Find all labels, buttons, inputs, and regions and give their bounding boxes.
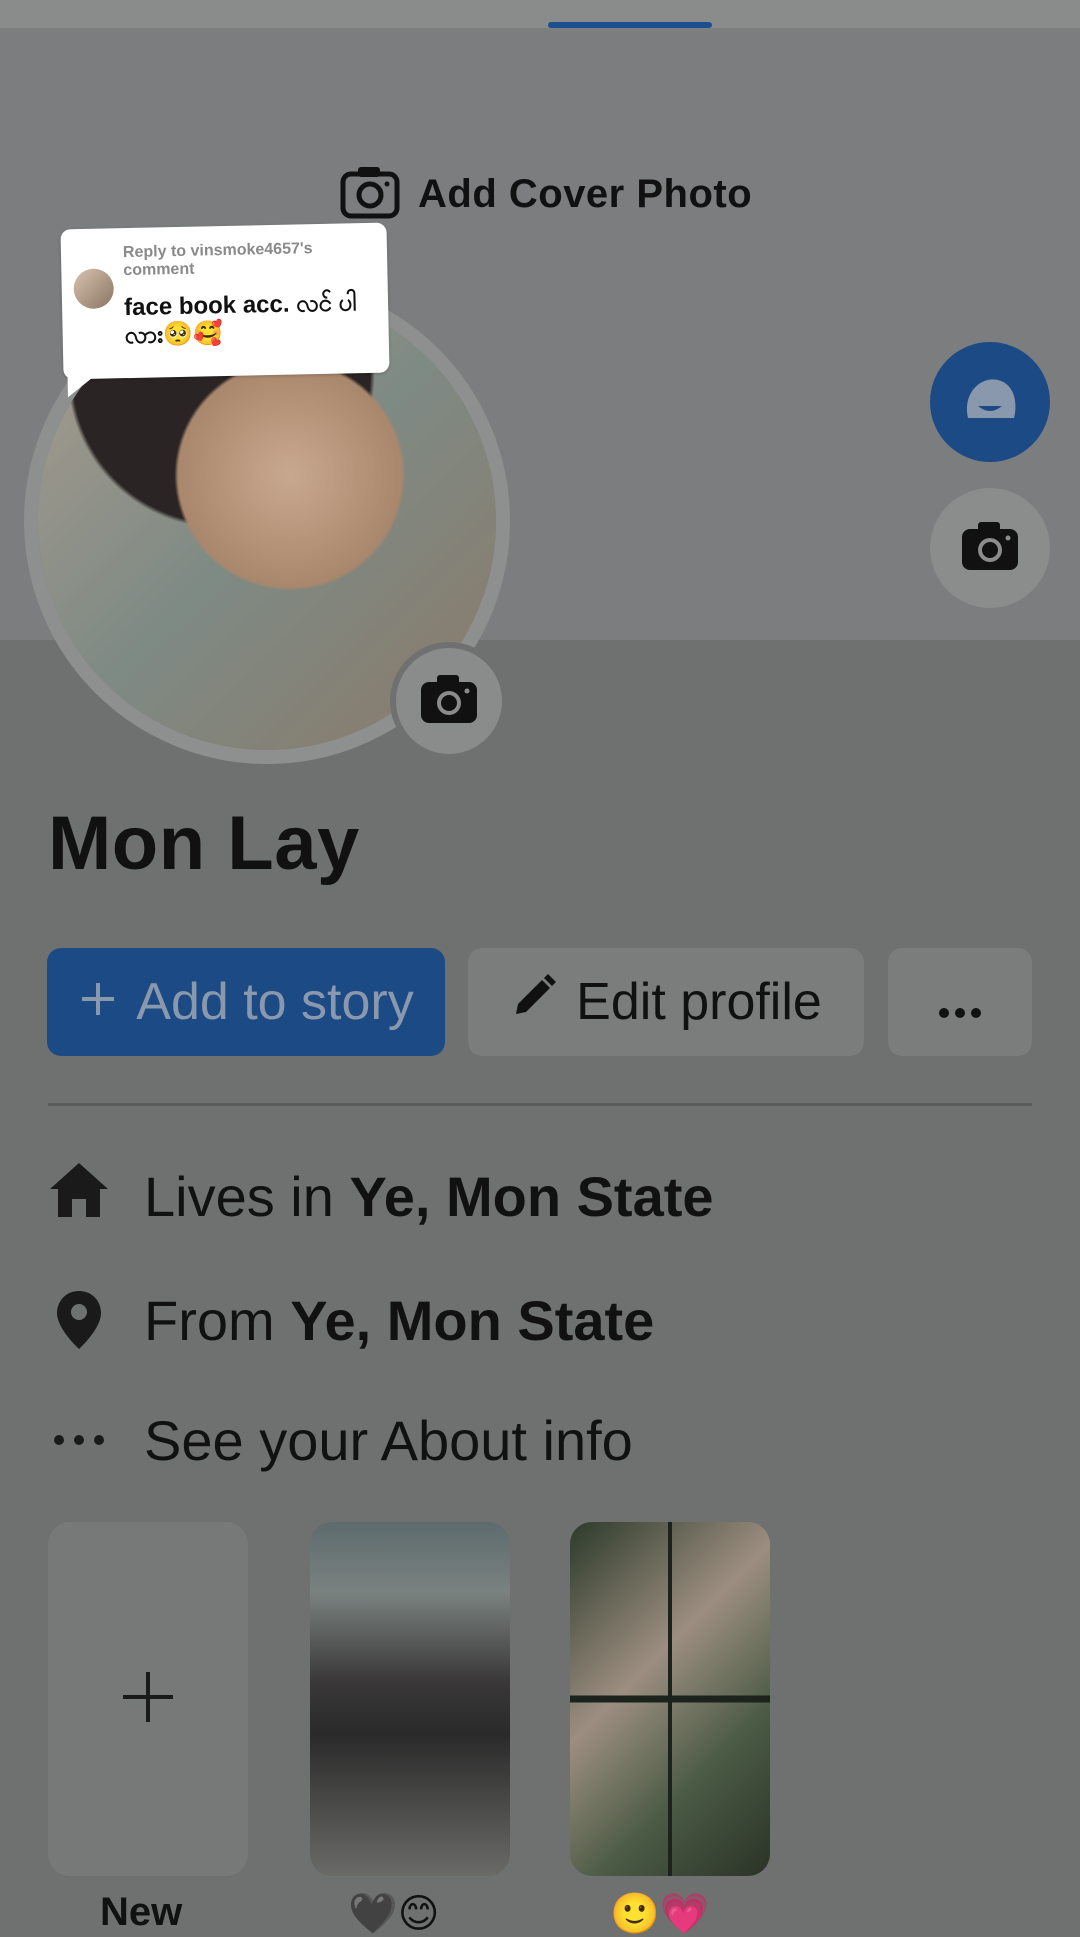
from-value: Ye, Mon State — [290, 1288, 655, 1352]
section-divider — [48, 1103, 1032, 1106]
top-tab-bar — [0, 0, 1080, 30]
plus-icon — [78, 972, 118, 1032]
location-pin-icon — [48, 1289, 110, 1351]
profile-name: Mon Lay — [48, 801, 360, 886]
from-prefix: From — [144, 1288, 275, 1352]
stories-row: New 🖤😊 🙂💗 — [48, 1522, 1080, 1936]
cover-camera-button[interactable] — [930, 488, 1050, 608]
edit-profile-button[interactable]: Edit profile — [468, 948, 864, 1056]
camera-icon — [419, 673, 479, 730]
story-caption: 🖤😊 — [348, 1892, 440, 1936]
more-options-button[interactable] — [888, 948, 1032, 1056]
more-dots-icon — [48, 1434, 110, 1446]
lives-in-value: Ye, Mon State — [349, 1164, 714, 1228]
camera-icon — [960, 520, 1020, 577]
edit-profile-label: Edit profile — [576, 973, 822, 1031]
comment-text: face book acc. လင် ပါ လား🥺🥰 — [123, 289, 357, 350]
about-info-label: See your About info — [144, 1408, 633, 1472]
new-story-card[interactable] — [48, 1522, 248, 1876]
more-dots-icon — [938, 972, 982, 1032]
commenter-avatar — [73, 268, 115, 310]
reply-comment-sticker: Reply to vinsmoke4657's comment face boo… — [60, 222, 390, 380]
story-card[interactable] — [310, 1522, 510, 1876]
home-icon — [48, 1161, 110, 1232]
plus-icon — [121, 1670, 175, 1729]
avatar-action-button[interactable] — [930, 342, 1050, 462]
about-info-row[interactable]: See your About info — [48, 1400, 633, 1480]
profile-picture-camera-button[interactable] — [390, 642, 508, 760]
active-tab-indicator — [548, 22, 712, 28]
add-to-story-label: Add to story — [136, 973, 414, 1031]
story-card[interactable] — [570, 1522, 770, 1876]
add-cover-photo-button[interactable]: Add Cover Photo — [340, 162, 752, 226]
add-to-story-button[interactable]: Add to story — [47, 948, 445, 1056]
add-cover-photo-label: Add Cover Photo — [418, 171, 753, 216]
lives-in-prefix: Lives in — [144, 1164, 334, 1228]
reply-to-label: Reply to vinsmoke4657's comment — [122, 240, 313, 280]
lives-in-row: Lives in Ye, Mon State — [48, 1156, 714, 1236]
new-story-label: New — [100, 1890, 183, 1934]
story-caption: 🙂💗 — [610, 1892, 710, 1936]
avatar-face-icon — [958, 372, 1022, 433]
pencil-icon — [510, 972, 558, 1033]
camera-icon — [340, 164, 400, 225]
from-row: From Ye, Mon State — [48, 1280, 654, 1360]
